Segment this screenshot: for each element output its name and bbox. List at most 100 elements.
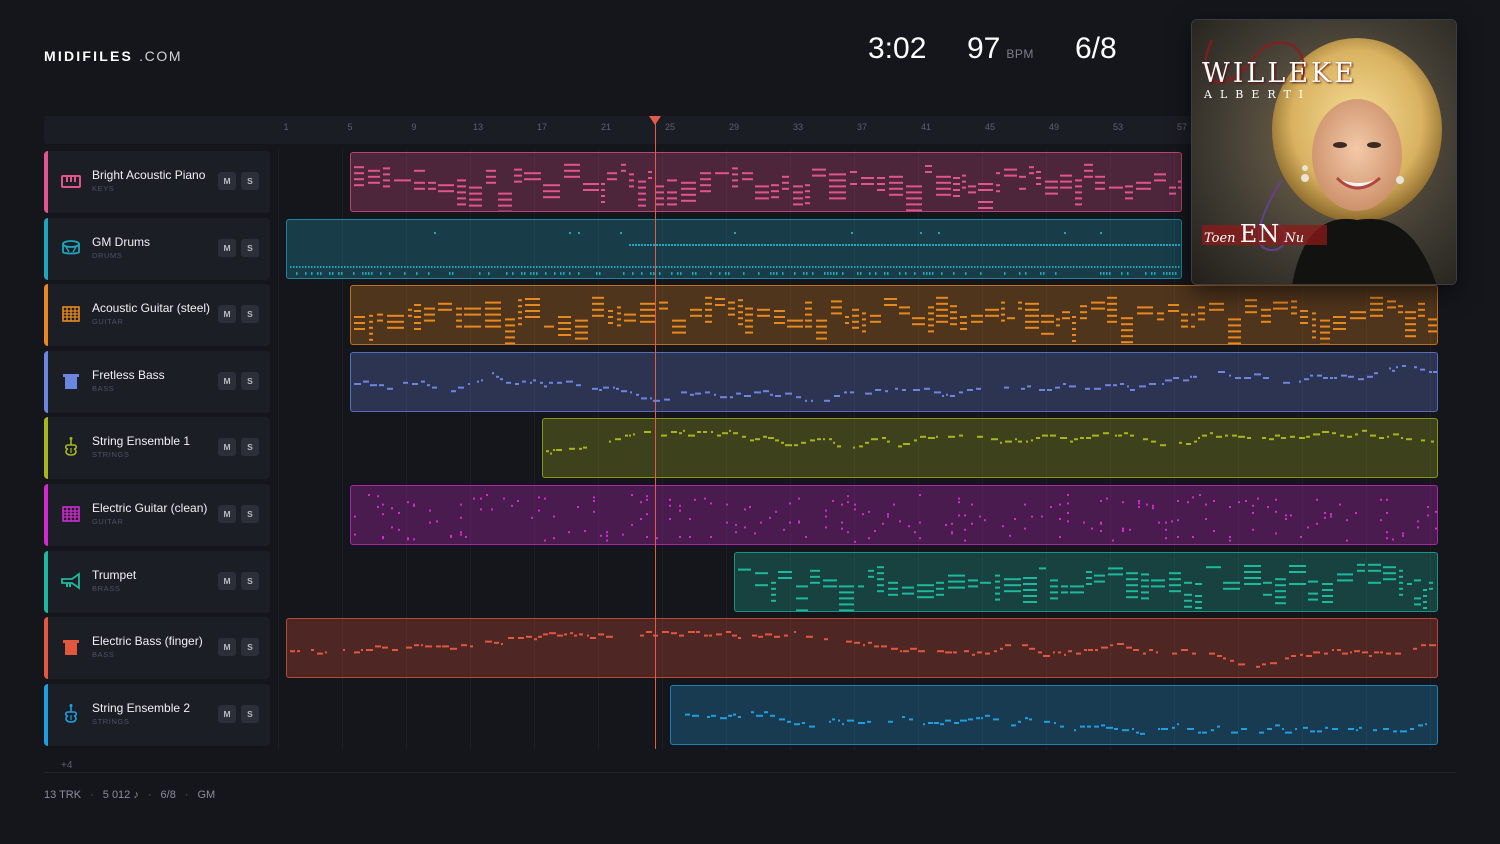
track-color-bar bbox=[44, 284, 48, 346]
footer-standard: GM bbox=[197, 789, 216, 801]
track-category: GUITAR bbox=[92, 317, 124, 326]
violin-icon bbox=[60, 436, 82, 458]
track-name: GM Drums bbox=[92, 235, 150, 249]
cover-album-part-c: Nu bbox=[1284, 231, 1305, 246]
song-meter: 6/8 bbox=[1075, 32, 1117, 65]
ruler-tick: 9 bbox=[411, 122, 417, 132]
track-category: BASS bbox=[92, 384, 115, 393]
midi-clip[interactable] bbox=[286, 219, 1182, 279]
violin-icon bbox=[60, 703, 82, 725]
track-header[interactable]: Bright Acoustic Piano KEYS M S bbox=[44, 151, 270, 213]
mute-button[interactable]: M bbox=[218, 372, 236, 390]
ruler-tick: 5 bbox=[347, 122, 353, 132]
footer-meter: 6/8 bbox=[160, 789, 176, 801]
cover-artist-sub: ALBERTI bbox=[1204, 88, 1312, 101]
ruler-tick: 29 bbox=[728, 122, 740, 132]
ruler-tick: 25 bbox=[664, 122, 676, 132]
track-header[interactable]: Fretless Bass BASS M S bbox=[44, 351, 270, 413]
track-color-bar bbox=[44, 351, 48, 413]
clip-notes bbox=[738, 563, 1433, 611]
song-tempo: 97 BPM bbox=[967, 32, 1034, 66]
mute-button[interactable]: M bbox=[218, 305, 236, 323]
tempo-unit: BPM bbox=[1006, 47, 1034, 61]
track-color-bar bbox=[44, 417, 48, 479]
ruler-tick: 53 bbox=[1112, 122, 1124, 132]
mute-button[interactable]: M bbox=[218, 505, 236, 523]
more-tracks-indicator[interactable]: +4 bbox=[61, 760, 72, 771]
ruler-tick: 1 bbox=[283, 122, 289, 132]
ruler-tick: 37 bbox=[856, 122, 868, 132]
logo-name: MIDIFILES bbox=[44, 48, 134, 64]
solo-button[interactable]: S bbox=[241, 438, 259, 456]
track-header[interactable]: Electric Guitar (clean) GUITAR M S bbox=[44, 484, 270, 546]
solo-button[interactable]: S bbox=[241, 305, 259, 323]
tempo-value: 97 bbox=[967, 32, 1001, 65]
solo-button[interactable]: S bbox=[241, 172, 259, 190]
playhead[interactable] bbox=[655, 122, 656, 749]
cover-album-title: Toen EN Nu bbox=[1204, 220, 1304, 248]
clip-notes bbox=[290, 631, 1436, 668]
track-name: String Ensemble 2 bbox=[92, 701, 191, 715]
track-category: DRUMS bbox=[92, 251, 123, 260]
track-category: GUITAR bbox=[92, 517, 124, 526]
song-duration: 3:02 bbox=[868, 32, 927, 65]
midi-clip[interactable] bbox=[350, 285, 1438, 345]
midi-clip[interactable] bbox=[350, 485, 1438, 545]
midi-clip[interactable] bbox=[350, 352, 1438, 412]
track-color-bar bbox=[44, 684, 48, 746]
ruler-tick: 49 bbox=[1048, 122, 1060, 132]
clip-notes bbox=[546, 429, 1434, 455]
track-category: STRINGS bbox=[92, 717, 130, 726]
footer-note-count: 5 012 ♪ bbox=[102, 789, 139, 801]
cover-album-part-b: EN bbox=[1239, 220, 1281, 248]
midi-clip[interactable] bbox=[734, 552, 1438, 612]
solo-button[interactable]: S bbox=[241, 572, 259, 590]
ruler-tick: 17 bbox=[536, 122, 548, 132]
guitar-fret-icon bbox=[60, 503, 82, 525]
solo-button[interactable]: S bbox=[241, 638, 259, 656]
mute-button[interactable]: M bbox=[218, 638, 236, 656]
track-category: BRASS bbox=[92, 584, 121, 593]
clip-notes bbox=[685, 711, 1427, 735]
solo-button[interactable]: S bbox=[241, 505, 259, 523]
track-header[interactable]: String Ensemble 1 STRINGS M S bbox=[44, 417, 270, 479]
mute-button[interactable]: M bbox=[218, 172, 236, 190]
track-color-bar bbox=[44, 151, 48, 213]
track-header[interactable]: GM Drums DRUMS M S bbox=[44, 218, 270, 280]
midi-clip[interactable] bbox=[286, 618, 1438, 678]
track-header[interactable]: Acoustic Guitar (steel) GUITAR M S bbox=[44, 284, 270, 346]
solo-button[interactable]: S bbox=[241, 372, 259, 390]
track-header[interactable]: String Ensemble 2 STRINGS M S bbox=[44, 684, 270, 746]
track-color-bar bbox=[44, 617, 48, 679]
midi-clip[interactable] bbox=[542, 418, 1438, 478]
clip-notes bbox=[290, 232, 1180, 275]
piano-keys-icon bbox=[60, 170, 82, 192]
mute-button[interactable]: M bbox=[218, 572, 236, 590]
ruler-tick: 33 bbox=[792, 122, 804, 132]
track-name: Trumpet bbox=[92, 568, 137, 582]
track-color-bar bbox=[44, 484, 48, 546]
track-color-bar bbox=[44, 551, 48, 613]
mute-button[interactable]: M bbox=[218, 705, 236, 723]
solo-button[interactable]: S bbox=[241, 705, 259, 723]
logo-domain: .COM bbox=[139, 48, 183, 64]
track-category: STRINGS bbox=[92, 450, 130, 459]
midi-clip[interactable] bbox=[670, 685, 1438, 745]
bass-icon bbox=[60, 370, 82, 392]
cover-album-part-a: Toen bbox=[1204, 231, 1236, 246]
bass-icon bbox=[60, 636, 82, 658]
track-name: Acoustic Guitar (steel) bbox=[92, 301, 211, 315]
track-name: String Ensemble 1 bbox=[92, 434, 191, 448]
mute-button[interactable]: M bbox=[218, 239, 236, 257]
track-header[interactable]: Electric Bass (finger) BASS M S bbox=[44, 617, 270, 679]
track-name: Electric Bass (finger) bbox=[92, 634, 203, 648]
mute-button[interactable]: M bbox=[218, 438, 236, 456]
solo-button[interactable]: S bbox=[241, 239, 259, 257]
site-logo[interactable]: MIDIFILES .COM bbox=[44, 48, 182, 64]
ruler-tick: 13 bbox=[472, 122, 484, 132]
midi-clip[interactable] bbox=[350, 152, 1182, 212]
track-color-bar bbox=[44, 218, 48, 280]
track-header[interactable]: Trumpet BRASS M S bbox=[44, 551, 270, 613]
track-category: BASS bbox=[92, 650, 115, 659]
footer-summary: 13 TRK · 5 012 ♪ · 6/8 · GM bbox=[44, 789, 216, 801]
